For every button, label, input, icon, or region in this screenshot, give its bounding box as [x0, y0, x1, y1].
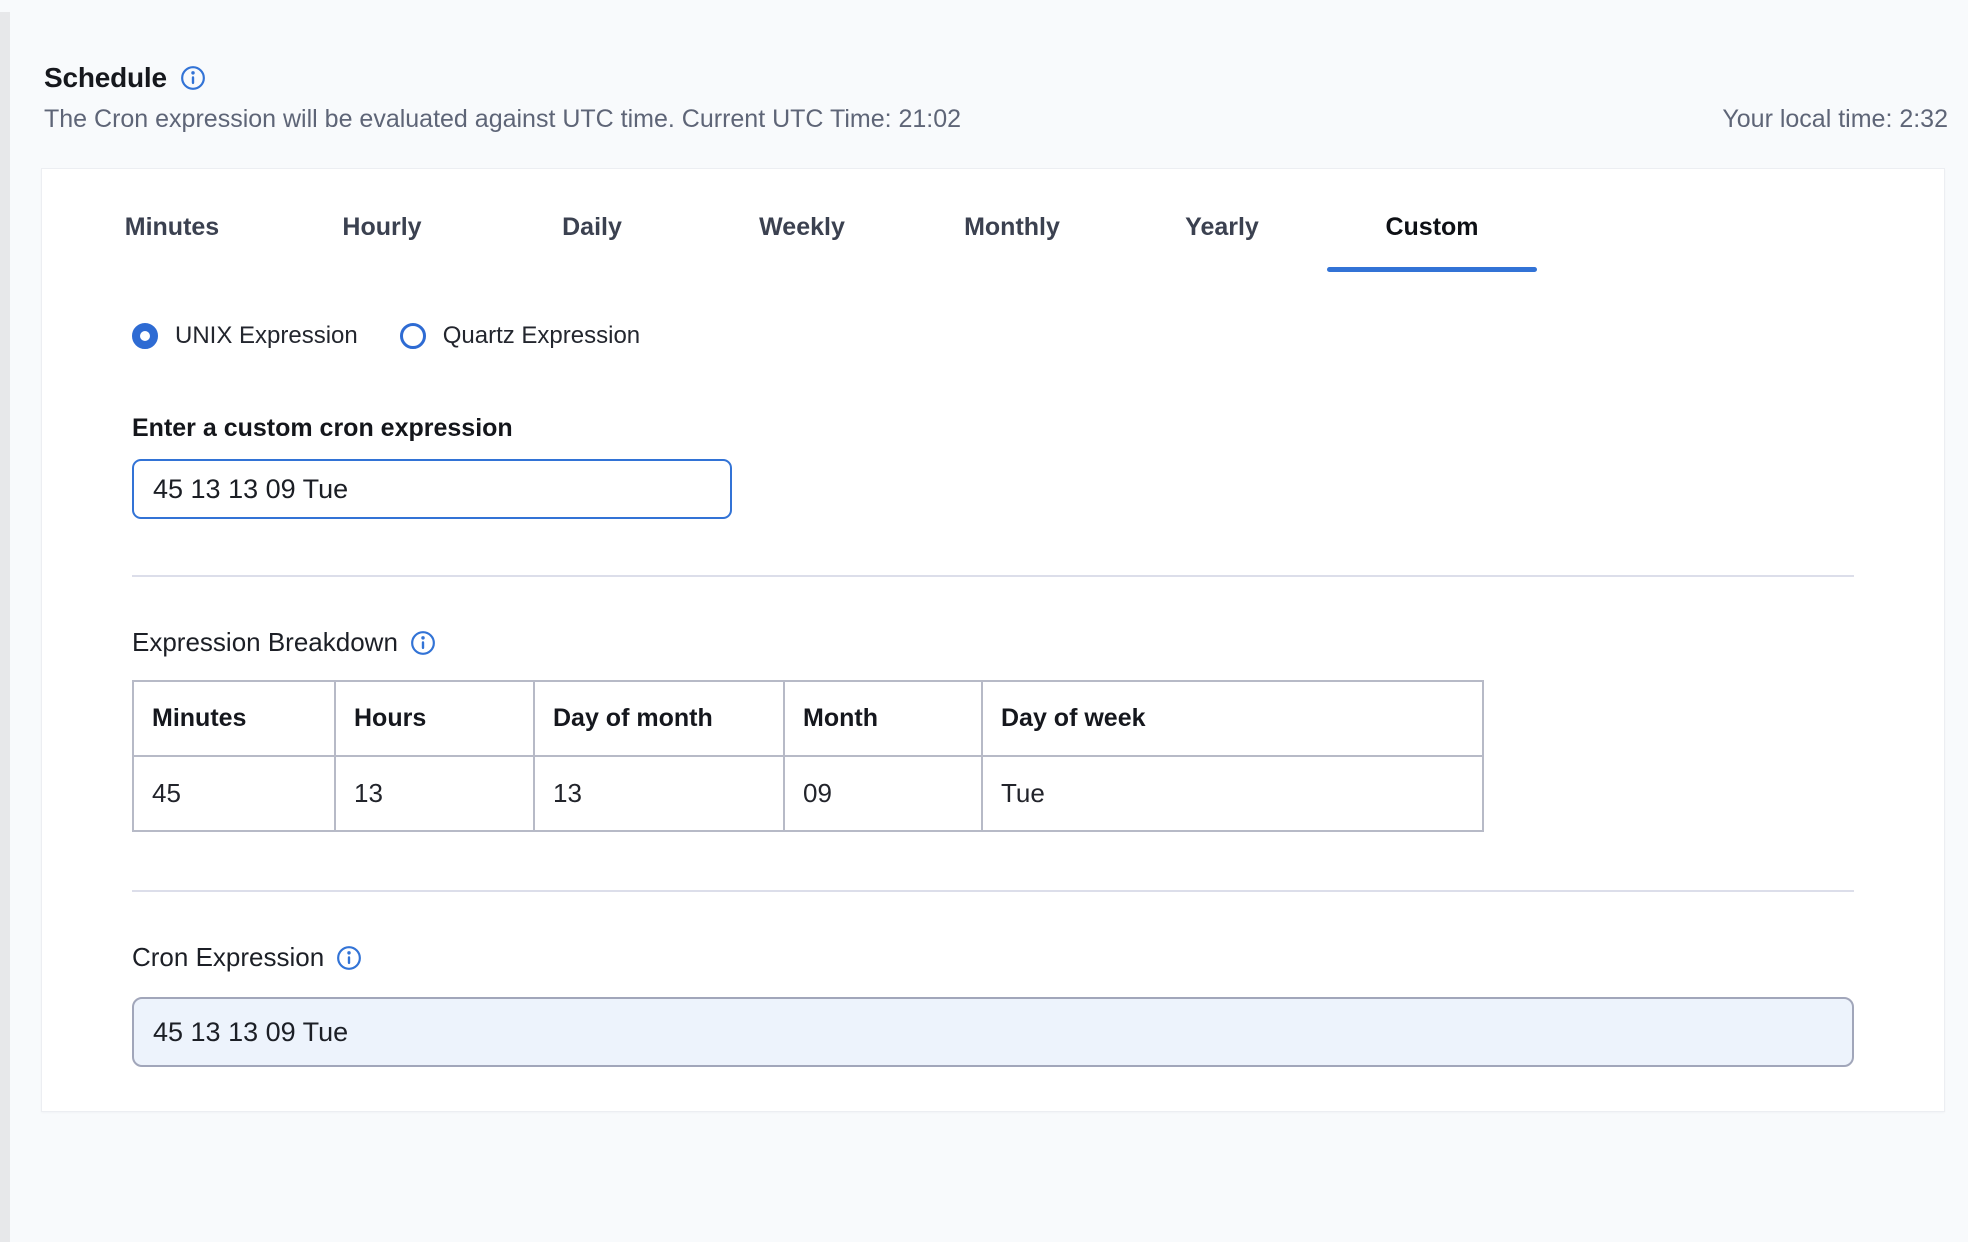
tab-weekly[interactable]: Weekly — [697, 199, 907, 272]
cron-expression-heading: Cron Expression — [132, 942, 1944, 973]
expression-breakdown-table: Minutes Hours Day of month Month Day of … — [132, 680, 1484, 832]
info-icon[interactable] — [180, 65, 206, 91]
page-title: Schedule — [44, 62, 167, 94]
tab-daily[interactable]: Daily — [487, 199, 697, 272]
tab-label: Weekly — [759, 213, 845, 241]
table-cell-month: 09 — [784, 756, 982, 831]
column-header: Minutes — [133, 681, 335, 756]
tab-label: Hourly — [342, 213, 421, 241]
tab-label: Yearly — [1185, 213, 1259, 241]
column-header: Day of month — [534, 681, 784, 756]
expression-breakdown-heading: Expression Breakdown — [132, 627, 1944, 658]
tab-minutes[interactable]: Minutes — [67, 199, 277, 272]
local-time: Your local time: 2:32 — [1722, 105, 1948, 134]
cron-expression-readonly-field[interactable]: 45 13 13 09 Tue — [132, 997, 1854, 1067]
tab-custom[interactable]: Custom — [1327, 199, 1537, 272]
schedule-tab-bar: Minutes Hourly Daily Weekly Monthly Year… — [67, 199, 1944, 272]
table-header-row: Minutes Hours Day of month Month Day of … — [133, 681, 1483, 756]
active-tab-indicator — [1327, 267, 1537, 272]
tab-label: Daily — [562, 213, 622, 241]
table-cell-minutes: 45 — [133, 756, 335, 831]
column-header: Hours — [335, 681, 534, 756]
utc-time-note: The Cron expression will be evaluated ag… — [44, 105, 961, 134]
table-cell-hours: 13 — [335, 756, 534, 831]
tab-monthly[interactable]: Monthly — [907, 199, 1117, 272]
tab-label: Monthly — [964, 213, 1060, 241]
tab-label: Minutes — [125, 213, 219, 241]
section-title: Cron Expression — [132, 942, 324, 973]
radio-label: UNIX Expression — [175, 322, 358, 350]
radio-selected-icon — [132, 323, 158, 349]
section-title: Expression Breakdown — [132, 627, 398, 658]
tab-label: Custom — [1385, 213, 1478, 241]
divider — [132, 575, 1854, 577]
background-panel-edge — [0, 12, 10, 1242]
radio-quartz-expression[interactable]: Quartz Expression — [400, 322, 640, 350]
expression-type-group: UNIX Expression Quartz Expression — [132, 322, 1944, 350]
table-cell-day-of-month: 13 — [534, 756, 784, 831]
tab-hourly[interactable]: Hourly — [277, 199, 487, 272]
info-icon[interactable] — [336, 945, 362, 971]
radio-unix-expression[interactable]: UNIX Expression — [132, 322, 358, 350]
column-header: Day of week — [982, 681, 1483, 756]
radio-unselected-icon — [400, 323, 426, 349]
schedule-header: Schedule The Cron expression will be eva… — [44, 62, 1948, 134]
column-header: Month — [784, 681, 982, 756]
custom-cron-input[interactable] — [132, 459, 732, 519]
tab-yearly[interactable]: Yearly — [1117, 199, 1327, 272]
table-cell-day-of-week: Tue — [982, 756, 1483, 831]
schedule-card: Minutes Hourly Daily Weekly Monthly Year… — [41, 168, 1945, 1112]
custom-cron-label: Enter a custom cron expression — [132, 414, 1944, 443]
radio-label: Quartz Expression — [443, 322, 640, 350]
divider — [132, 890, 1854, 892]
info-icon[interactable] — [410, 630, 436, 656]
table-row: 45 13 13 09 Tue — [133, 756, 1483, 831]
